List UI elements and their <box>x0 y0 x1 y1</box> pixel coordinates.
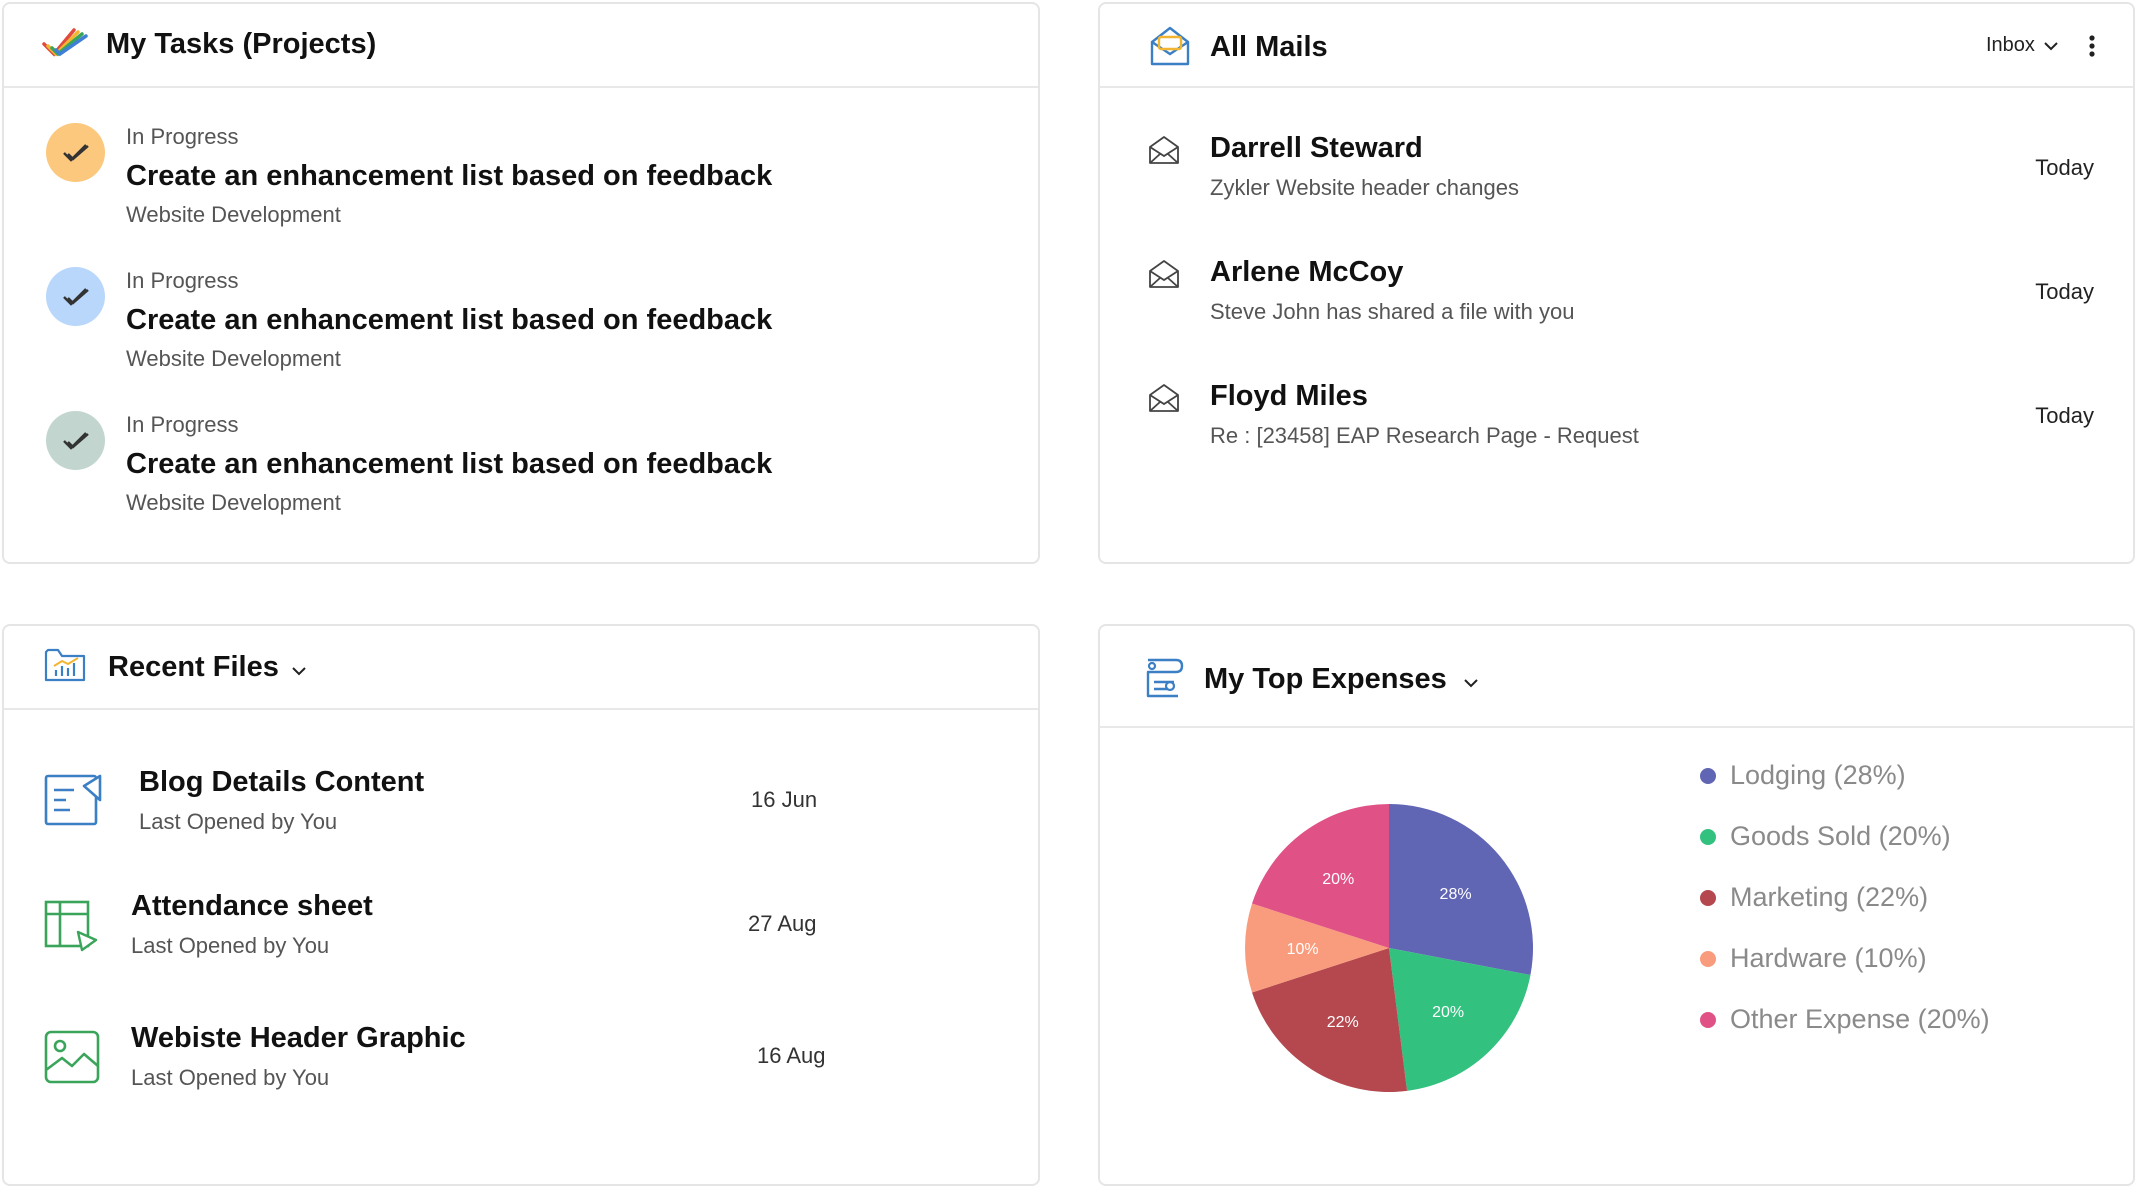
mail-sender[interactable]: Floyd Miles <box>1210 380 1368 413</box>
expenses-card-header: My Top Expenses <box>1100 626 2133 728</box>
legend-label: Hardware (10%) <box>1730 943 1927 973</box>
legend-dot <box>1700 950 1716 967</box>
tasks-checkmark-icon <box>40 24 88 69</box>
mail-date: Today <box>2035 279 2094 304</box>
task-status-label: In Progress <box>126 412 239 437</box>
mail-subject[interactable]: Zykler Website header changes <box>1210 175 1519 201</box>
check-icon <box>62 431 89 450</box>
expenses-pie-chart: 28% 20% 22% 10% 20% <box>1245 804 1533 1092</box>
legend-item[interactable]: Marketing (22%) <box>1700 882 1928 913</box>
pie-data-label: 20% <box>1322 871 1354 888</box>
task-status-circle[interactable] <box>46 123 105 182</box>
tasks-card: My Tasks (Projects) In Progress Create a… <box>2 2 1040 564</box>
file-name[interactable]: Blog Details Content <box>139 766 424 799</box>
expenses-card-title: My Top Expenses <box>1204 663 1447 695</box>
legend-label: Other Expense (20%) <box>1730 1004 1990 1034</box>
legend-label: Marketing (22%) <box>1730 882 1929 912</box>
folder-chart-icon <box>44 646 88 689</box>
legend-dot <box>1700 828 1716 845</box>
task-title[interactable]: Create an enhancement list based on feed… <box>126 160 772 193</box>
legend-item[interactable]: Other Expense (20%) <box>1700 1004 1990 1035</box>
files-card: Recent Files Blog Details Content Last O… <box>2 624 1040 1186</box>
tasks-card-title: My Tasks (Projects) <box>106 28 377 60</box>
pie-data-label: 20% <box>1432 1004 1464 1021</box>
task-project: Website Development <box>126 490 341 515</box>
files-title-dropdown[interactable]: Recent Files <box>108 651 307 684</box>
task-project: Website Development <box>126 202 341 227</box>
mails-card: All Mails Inbox Darrell Steward Zykler W… <box>1098 2 2135 564</box>
file-date: 16 Jun <box>751 787 818 812</box>
task-project: Website Development <box>126 346 341 371</box>
pie-data-label: 10% <box>1287 941 1319 958</box>
expenses-title-dropdown[interactable]: My Top Expenses <box>1204 663 1479 696</box>
file-name[interactable]: Attendance sheet <box>131 890 373 923</box>
mail-sender[interactable]: Darrell Steward <box>1210 132 1423 165</box>
legend-item[interactable]: Lodging (28%) <box>1700 760 1906 791</box>
mails-card-title: All Mails <box>1210 31 1328 63</box>
mail-open-icon <box>1148 24 1192 73</box>
file-date: 16 Aug <box>757 1043 826 1068</box>
image-icon <box>44 1030 100 1089</box>
mail-date: Today <box>2035 403 2094 428</box>
mails-card-header: All Mails Inbox <box>1100 4 2133 88</box>
legend-label: Lodging (28%) <box>1730 760 1906 790</box>
file-name[interactable]: Webiste Header Graphic <box>131 1022 466 1055</box>
pie-data-label: 22% <box>1327 1014 1359 1031</box>
file-date: 27 Aug <box>748 911 817 936</box>
document-icon <box>44 772 104 833</box>
legend-dot <box>1700 1011 1716 1028</box>
folder-dropdown[interactable]: Inbox <box>1986 34 2059 57</box>
task-title[interactable]: Create an enhancement list based on feed… <box>126 448 772 481</box>
expenses-card: My Top Expenses 28% 20% 22% 10% 20% Lodging … <box>1098 624 2135 1186</box>
file-last-opened: Last Opened by You <box>131 933 330 958</box>
file-last-opened: Last Opened by You <box>131 1065 330 1090</box>
legend-item[interactable]: Goods Sold (20%) <box>1700 821 1951 852</box>
spreadsheet-icon <box>44 900 100 957</box>
chevron-down-icon <box>1464 679 1478 688</box>
mail-sender[interactable]: Arlene McCoy <box>1210 256 1403 289</box>
task-status-circle[interactable] <box>46 411 105 470</box>
legend-label: Goods Sold (20%) <box>1730 821 1951 851</box>
chevron-down-icon <box>2043 42 2058 51</box>
task-status-circle[interactable] <box>46 267 105 326</box>
files-card-title: Recent Files <box>108 651 279 683</box>
task-status-label: In Progress <box>126 124 239 149</box>
legend-item[interactable]: Hardware (10%) <box>1700 943 1927 974</box>
mail-subject[interactable]: Steve John has shared a file with you <box>1210 299 1574 325</box>
legend-dot <box>1700 767 1716 784</box>
folder-dropdown-label: Inbox <box>1986 34 2035 56</box>
check-icon <box>62 143 89 162</box>
legend-dot <box>1700 889 1716 906</box>
check-icon <box>62 287 89 306</box>
chevron-down-icon <box>292 667 307 676</box>
mail-date: Today <box>2035 155 2094 180</box>
receipt-icon <box>1140 656 1186 705</box>
envelope-open-icon <box>1148 135 1180 170</box>
pie-data-label: 28% <box>1440 886 1472 903</box>
tasks-card-header: My Tasks (Projects) <box>4 4 1038 88</box>
more-options-icon[interactable] <box>2088 34 2096 63</box>
envelope-open-icon <box>1148 383 1180 418</box>
files-card-header: Recent Files <box>4 626 1038 710</box>
task-title[interactable]: Create an enhancement list based on feed… <box>126 304 772 337</box>
mail-subject[interactable]: Re : [23458] EAP Research Page - Request <box>1210 423 1639 449</box>
envelope-open-icon <box>1148 259 1180 294</box>
file-last-opened: Last Opened by You <box>139 809 338 834</box>
task-status-label: In Progress <box>126 268 239 293</box>
